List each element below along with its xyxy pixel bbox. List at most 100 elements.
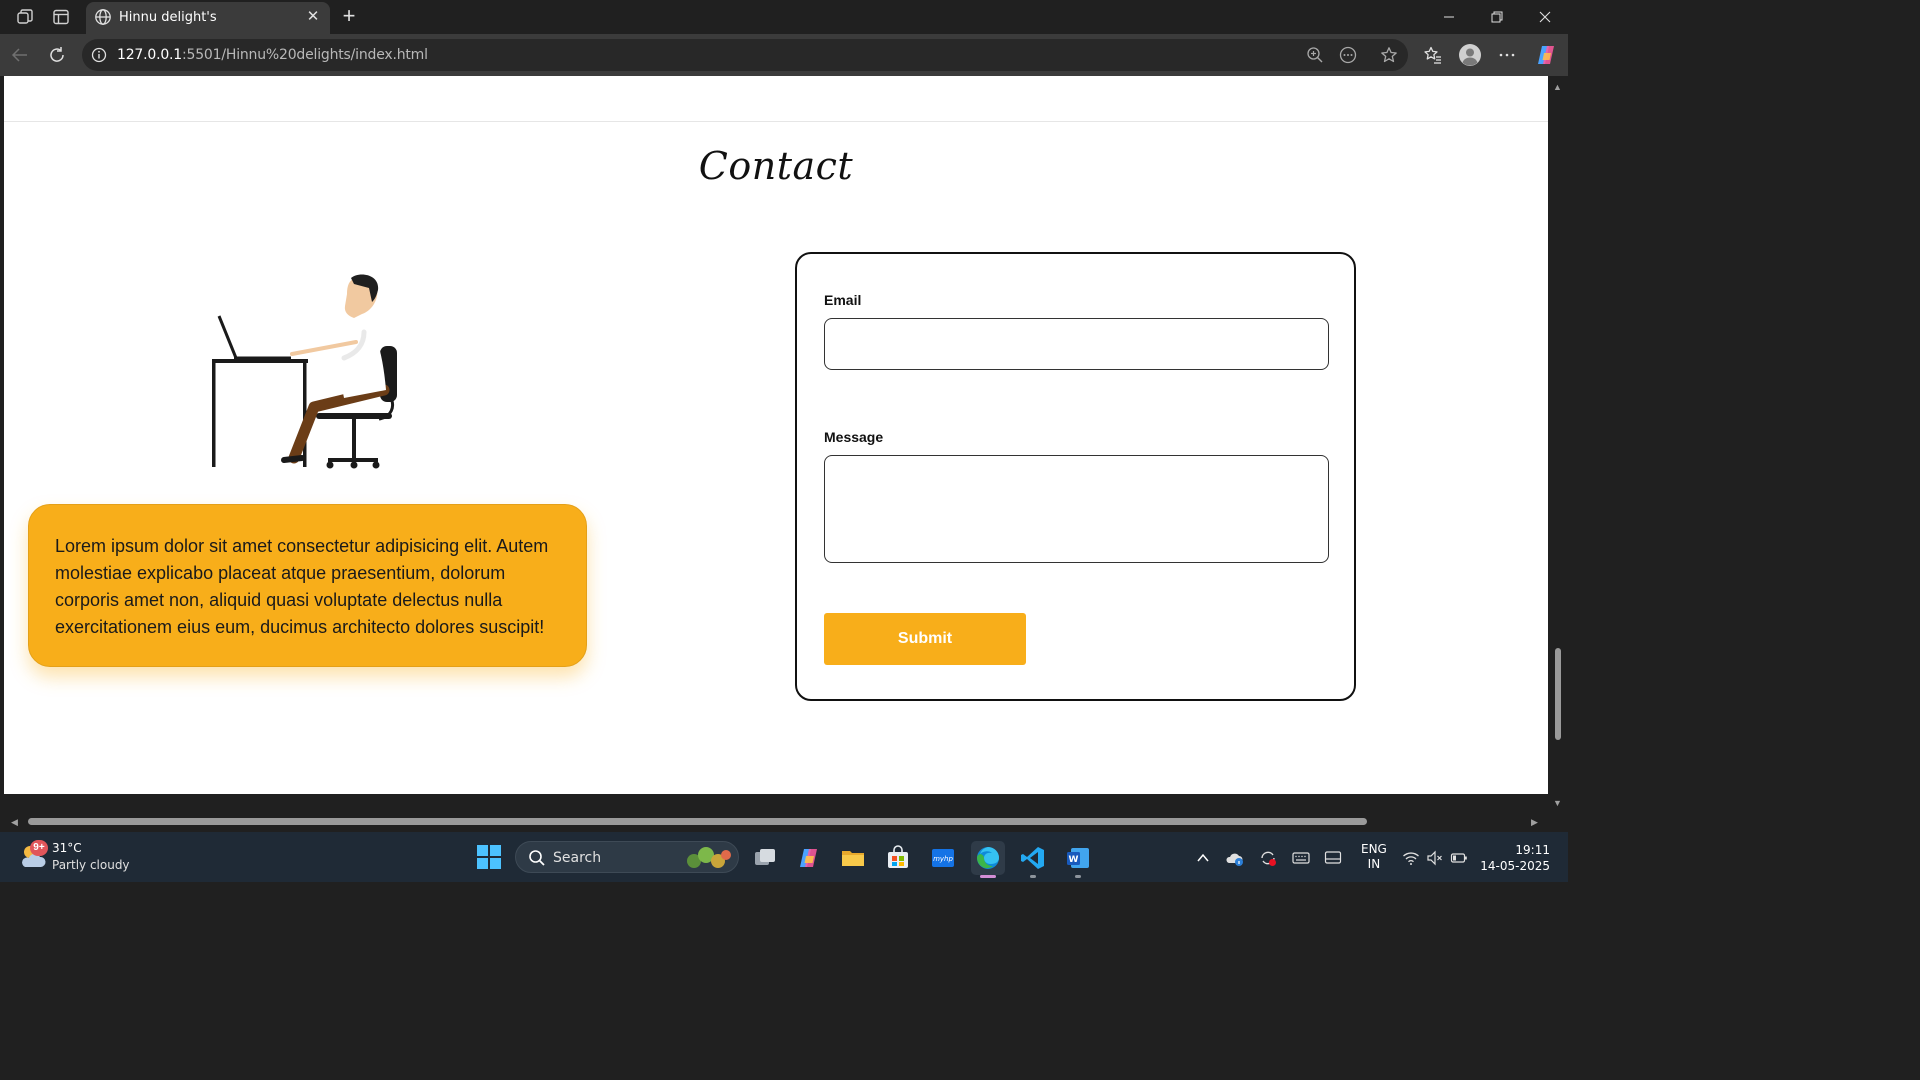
- keyboard-icon: [1292, 852, 1310, 864]
- search-icon: [529, 850, 545, 866]
- site-header: [4, 76, 1548, 122]
- workspaces-icon[interactable]: [15, 7, 35, 27]
- windows-taskbar: 9+ 31°C Partly cloudy Search myhp W ENG …: [0, 832, 1568, 882]
- keyboard-tray-button[interactable]: [1292, 849, 1310, 867]
- battery-tray-button[interactable]: [1450, 849, 1468, 867]
- minimize-button[interactable]: [1426, 0, 1472, 34]
- vertical-tabs-icon[interactable]: [51, 7, 71, 27]
- onedrive-tray-button[interactable]: [1226, 849, 1244, 867]
- restore-button[interactable]: [1474, 0, 1520, 34]
- message-label: Message: [824, 429, 884, 445]
- site-info-icon[interactable]: [91, 47, 107, 63]
- horizontal-scrollbar[interactable]: ◀ ▶: [0, 812, 1548, 832]
- vertical-scrollbar[interactable]: ▲ ▼: [1548, 76, 1568, 812]
- new-tab-button[interactable]: +: [338, 4, 360, 28]
- sync-tray-button[interactable]: [1259, 849, 1277, 867]
- ellipsis-icon: [1499, 53, 1515, 57]
- copilot-icon: [1538, 46, 1554, 64]
- url-path: :5501/Hinnu%20delights/index.html: [182, 47, 428, 63]
- close-window-button[interactable]: [1522, 0, 1568, 34]
- windows-start-icon[interactable]: [477, 845, 501, 869]
- temperature[interactable]: 31°C: [52, 841, 82, 855]
- browser-title-bar: Hinnu delight's ✕ +: [0, 0, 1568, 34]
- info-card: Lorem ipsum dolor sit amet consectetur a…: [28, 504, 587, 667]
- wifi-icon: [1403, 852, 1419, 865]
- chevron-up-icon: [1197, 853, 1209, 862]
- display-icon: [1324, 851, 1342, 864]
- word-icon: W: [1067, 848, 1089, 868]
- show-hidden-icons-button[interactable]: [1194, 849, 1212, 867]
- cloud-info-icon: [1226, 853, 1243, 866]
- copilot-app-button[interactable]: [792, 841, 826, 875]
- clock-date: 14-05-2025: [1480, 859, 1550, 873]
- edge-browser-button[interactable]: [971, 841, 1005, 878]
- url-text: 127.0.0.1:5501/Hinnu%20delights/index.ht…: [117, 47, 428, 63]
- running-app-indicator: [1075, 875, 1081, 878]
- contact-heading: Contact: [698, 144, 854, 188]
- address-bar[interactable]: 127.0.0.1:5501/Hinnu%20delights/index.ht…: [82, 39, 1408, 71]
- taskbar-search[interactable]: Search: [515, 841, 739, 873]
- vscode-button[interactable]: [1016, 841, 1050, 878]
- restore-icon: [1491, 11, 1503, 23]
- url-host: 127.0.0.1: [117, 47, 182, 63]
- zoom-icon[interactable]: [1306, 46, 1324, 64]
- vscode-icon: [1021, 847, 1044, 869]
- horizontal-scroll-thumb[interactable]: [28, 818, 1367, 825]
- clock-time: 19:11: [1515, 843, 1550, 857]
- profile-button[interactable]: [1458, 43, 1482, 67]
- volume-muted-icon: [1427, 850, 1442, 866]
- scroll-down-icon[interactable]: ▼: [1553, 798, 1562, 808]
- word-button[interactable]: W: [1061, 841, 1095, 878]
- email-field[interactable]: [824, 318, 1329, 370]
- store-icon: [888, 845, 908, 868]
- browser-toolbar: 127.0.0.1:5501/Hinnu%20delights/index.ht…: [0, 34, 1568, 76]
- back-button[interactable]: [8, 43, 32, 67]
- volume-tray-button[interactable]: [1426, 849, 1444, 867]
- tab-hinnu-delights[interactable]: Hinnu delight's ✕: [86, 2, 330, 34]
- submit-button[interactable]: Submit: [824, 613, 1026, 665]
- back-arrow-icon: [11, 48, 27, 62]
- copilot-app-icon: [800, 849, 817, 867]
- wifi-tray-button[interactable]: [1402, 849, 1420, 867]
- refresh-button[interactable]: [45, 43, 69, 67]
- info-text: Lorem ipsum dolor sit amet consectetur a…: [55, 536, 549, 637]
- favorite-star-icon[interactable]: [1380, 46, 1398, 64]
- scroll-up-icon[interactable]: ▲: [1553, 82, 1562, 92]
- close-icon: [1539, 11, 1551, 23]
- language-code: ENG: [1361, 842, 1387, 856]
- reader-more-icon[interactable]: [1339, 46, 1357, 64]
- settings-more-button[interactable]: [1496, 44, 1518, 66]
- scroll-left-icon[interactable]: ◀: [11, 817, 18, 827]
- close-tab-icon[interactable]: ✕: [304, 8, 322, 26]
- task-view-button[interactable]: [748, 841, 782, 875]
- scroll-right-icon[interactable]: ▶: [1531, 817, 1538, 827]
- svg-text:myhp: myhp: [933, 855, 953, 863]
- globe-icon: [95, 9, 111, 25]
- weather-condition[interactable]: Partly cloudy: [52, 858, 130, 872]
- message-field[interactable]: [824, 455, 1329, 563]
- page-viewport: Contact Lorem ipsum dolor sit amet conse…: [4, 76, 1548, 794]
- region-code: IN: [1367, 857, 1381, 871]
- avatar-icon: [1459, 44, 1481, 66]
- sync-alert-icon: [1261, 851, 1276, 866]
- email-label: Email: [824, 292, 862, 308]
- favorites-button[interactable]: [1422, 44, 1444, 66]
- system-clock[interactable]: 19:11 14-05-2025: [1480, 842, 1550, 874]
- myhp-icon: myhp: [932, 849, 954, 867]
- search-label: Search: [553, 850, 602, 866]
- vertical-scroll-thumb[interactable]: [1555, 648, 1561, 740]
- weather-badge: 9+: [30, 840, 48, 856]
- minimize-icon: [1444, 16, 1454, 18]
- microsoft-store-button[interactable]: [881, 841, 915, 875]
- edge-icon: [977, 847, 999, 869]
- myhp-button[interactable]: myhp: [926, 841, 960, 875]
- tab-title: Hinnu delight's: [119, 10, 217, 25]
- svg-text:W: W: [1069, 855, 1079, 865]
- copilot-button[interactable]: [1534, 43, 1558, 67]
- language-indicator[interactable]: ENG IN: [1361, 842, 1387, 872]
- file-explorer-button[interactable]: [836, 841, 870, 875]
- active-app-indicator: [980, 875, 996, 878]
- display-tray-button[interactable]: [1324, 849, 1342, 867]
- viewport-bottom-bar: [0, 794, 1548, 812]
- search-highlight-art-icon: [687, 847, 731, 868]
